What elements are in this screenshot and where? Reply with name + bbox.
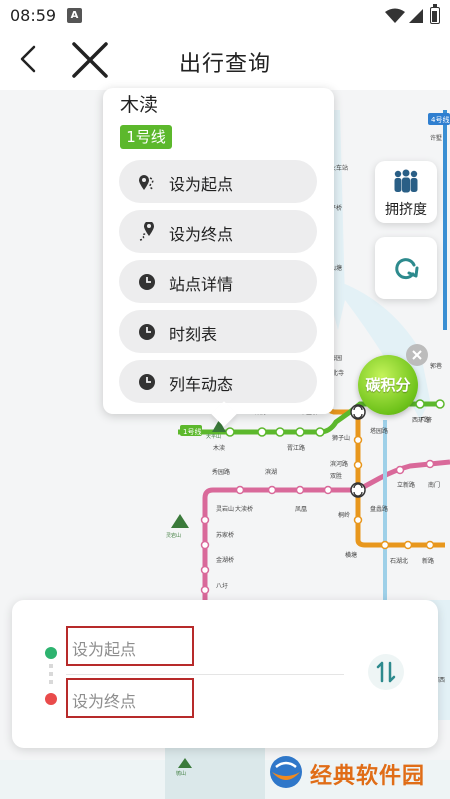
swap-icon — [376, 661, 396, 683]
clock-icon — [139, 274, 155, 290]
interchange-icon[interactable] — [350, 482, 366, 498]
map-station-label: 横塘 — [345, 551, 357, 559]
line-1-badge-label: 1号线 — [183, 427, 201, 436]
map-station-label: 立新路 — [397, 481, 415, 489]
status-time: 08:59 — [10, 6, 57, 25]
mountain-icon — [171, 514, 189, 528]
line-4-label: 4号线 — [431, 115, 449, 124]
carbon-close-button[interactable] — [406, 344, 428, 366]
start-station-placeholder: 设为起点 — [72, 640, 137, 659]
watermark-text: 经典软件园 — [310, 764, 426, 789]
map-station-label: 苏家桥 — [216, 531, 234, 539]
pink-line-stations — [200, 459, 435, 595]
map-station-label: 南门 — [428, 481, 440, 489]
station-detail-button[interactable]: 站点详情 — [119, 260, 317, 303]
map-station-label: 鸲山 — [176, 770, 186, 777]
crowd-level-button[interactable]: 拥挤度 — [375, 161, 437, 223]
map-station-label: 胥江路 — [287, 444, 305, 452]
map-station-label: 天平山 — [206, 433, 221, 440]
timetable-label: 时刻表 — [169, 325, 218, 344]
map-station-label: 金湖桥 — [216, 556, 234, 564]
set-end-label: 设为终点 — [169, 225, 234, 244]
page-title: 出行查询 — [178, 52, 271, 77]
metro-query-page: 08:59 A 出行查询 4号线 1号线 木渎 天平山 灵岩山 鸲山 胥江路 狮… — [0, 0, 450, 799]
start-dot-icon — [45, 647, 57, 659]
refresh-button[interactable] — [375, 237, 437, 299]
status-bar: 08:59 A — [0, 0, 450, 32]
map-station-label: 新路 — [422, 557, 434, 565]
field-divider — [66, 674, 344, 675]
map-station-label: 滨湖 — [265, 468, 277, 476]
set-end-button[interactable]: 设为终点 — [119, 210, 317, 253]
map-station-label: 大渎桥 — [235, 505, 253, 513]
route-panel: 设为起点 设为终点 — [12, 600, 438, 748]
map-station-label: 灵岩山 — [216, 505, 234, 513]
watermark: 经典软件园 — [268, 752, 444, 792]
end-dot-icon — [45, 693, 57, 705]
map-station-label: 许墅 — [430, 134, 442, 142]
station-detail-label: 站点详情 — [169, 275, 234, 294]
people-icon — [394, 169, 418, 193]
set-start-icon — [139, 175, 154, 190]
popup-line-badge: 1号线 — [120, 125, 172, 149]
train-status-button[interactable]: 列车动态 — [119, 360, 317, 403]
watermark-logo-icon — [270, 756, 302, 788]
map-station-label: 石湖北 — [390, 557, 408, 565]
map-station-label: 灵岩山 — [166, 532, 181, 539]
signal-icon — [409, 9, 423, 23]
carbon-points-label: 碳积分 — [365, 376, 411, 394]
map-station-label: 郭巷 — [430, 362, 442, 370]
clock-icon — [139, 374, 155, 390]
map-station-label: 桐岭 — [338, 511, 350, 519]
refresh-icon — [395, 258, 419, 280]
set-start-button[interactable]: 设为起点 — [119, 160, 317, 203]
set-start-label: 设为起点 — [169, 175, 234, 194]
station-popup: 木渎 1号线 设为起点 设为终点 站点详情 时刻表 列车动态 — [103, 88, 334, 414]
clock-icon — [139, 324, 155, 340]
map-station-label: 木渎 — [213, 444, 225, 452]
popup-station-name: 木渎 — [120, 94, 159, 116]
swap-stations-button[interactable] — [368, 654, 404, 690]
timetable-button[interactable]: 时刻表 — [119, 310, 317, 353]
map-station-label: 西环路 — [412, 416, 430, 424]
map-station-label: 双胜 — [330, 472, 342, 480]
map-station-label: 盘蠡路 — [370, 505, 388, 513]
start-station-field[interactable]: 设为起点 — [66, 626, 194, 666]
map-station-label: 秀园路 — [212, 468, 230, 476]
map-station-label: 滨河路 — [330, 460, 348, 468]
end-station-placeholder: 设为终点 — [72, 692, 137, 711]
train-status-label: 列车动态 — [169, 375, 234, 394]
map-station-label: 狮子山 — [332, 434, 350, 442]
battery-icon — [430, 4, 440, 24]
map-station-label: 塔园路 — [370, 427, 388, 435]
map-station-label: 八圩 — [216, 582, 228, 590]
interchange-icon[interactable] — [350, 404, 366, 420]
map-station-label: 凤凰 — [295, 506, 307, 513]
notification-icon: A — [67, 8, 82, 23]
crowd-level-label: 拥挤度 — [385, 202, 427, 218]
close-icon — [412, 350, 422, 360]
wifi-icon — [385, 8, 405, 23]
app-header: 出行查询 — [0, 32, 450, 90]
set-end-icon — [139, 222, 154, 241]
end-station-field[interactable]: 设为终点 — [66, 678, 194, 718]
route-dots — [49, 664, 53, 688]
